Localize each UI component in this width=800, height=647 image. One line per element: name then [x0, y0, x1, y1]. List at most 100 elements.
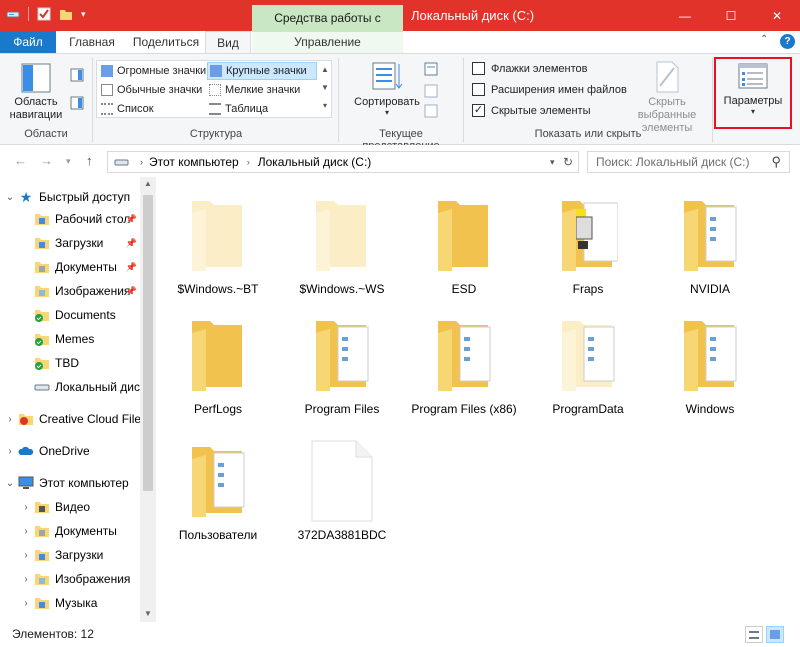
- file-name: NVIDIA: [689, 282, 730, 296]
- nav-item[interactable]: › Видео: [0, 495, 140, 519]
- nav-item[interactable]: Загрузки 📌: [0, 231, 140, 255]
- nav-item[interactable]: Документы 📌: [0, 255, 140, 279]
- search-input[interactable]: Поиск: Локальный диск (C:) ⚲: [587, 151, 790, 173]
- videos-icon: [34, 499, 50, 515]
- group-by-icon[interactable]: [424, 62, 444, 76]
- details-pane-icon[interactable]: [70, 96, 84, 110]
- nav-pane-scrollbar[interactable]: ▲ ▼: [140, 177, 156, 622]
- chevron-right-icon[interactable]: ›: [18, 574, 34, 585]
- nav-item[interactable]: TBD: [0, 351, 140, 375]
- drive-icon[interactable]: [6, 7, 20, 21]
- chevron-down-icon[interactable]: ⌄: [2, 478, 18, 489]
- folder-item[interactable]: Пользователи: [160, 439, 276, 543]
- customize-qat-icon[interactable]: ▾: [81, 9, 86, 20]
- chevron-down-icon[interactable]: ⌄: [2, 192, 18, 203]
- nav-item[interactable]: › Creative Cloud File: [0, 407, 140, 431]
- address-dropdown-icon[interactable]: ▾: [550, 157, 555, 168]
- nav-item[interactable]: › OneDrive: [0, 439, 140, 463]
- nav-item[interactable]: Memes: [0, 327, 140, 351]
- checkbox-item-checkboxes[interactable]: Флажки элементов: [472, 62, 587, 75]
- tab-share[interactable]: Поделиться: [128, 31, 204, 53]
- nav-item-label: Загрузки: [55, 548, 104, 562]
- scroll-up-icon[interactable]: ▲: [144, 179, 152, 188]
- up-arrow-icon[interactable]: ↑: [86, 153, 93, 168]
- nav-item[interactable]: Изображения 📌: [0, 279, 140, 303]
- layout-scroll[interactable]: ▲ ▼ ▾: [319, 61, 331, 117]
- nav-item[interactable]: ⌄ Этот компьютер: [0, 471, 140, 495]
- layout-extra-large-icons[interactable]: Огромные значки: [99, 62, 207, 80]
- hide-selected-button[interactable]: Скрыть выбранные элементы: [620, 58, 714, 134]
- file-item[interactable]: 372DA3881BDC: [284, 439, 400, 543]
- folder-item[interactable]: Windows: [652, 313, 768, 417]
- chevron-right-icon[interactable]: ›: [2, 414, 18, 425]
- nav-item-label: Документы: [55, 524, 117, 538]
- layout-list[interactable]: Список: [99, 100, 207, 118]
- minimize-button[interactable]: —: [662, 0, 708, 31]
- folder-item[interactable]: $Windows.~BT: [160, 193, 276, 297]
- nav-item[interactable]: › Загрузки: [0, 543, 140, 567]
- file-view: $Windows.~BT $Windows.~WS ESD Fraps NVIDIA Pe…: [156, 177, 800, 622]
- chevron-right-icon[interactable]: ›: [18, 502, 34, 513]
- folder-item[interactable]: Fraps: [530, 193, 646, 297]
- options-dropdown-icon: ▾: [750, 107, 755, 116]
- chevron-right-icon[interactable]: ›: [18, 550, 34, 561]
- large-icons-view-button[interactable]: [766, 626, 784, 643]
- folder-item[interactable]: ESD: [406, 193, 522, 297]
- downloads-icon: [34, 235, 50, 251]
- layout-large-icons[interactable]: Крупные значки: [207, 62, 317, 80]
- size-columns-icon[interactable]: [424, 104, 440, 118]
- pictures-icon: [34, 571, 50, 587]
- group-separator: [712, 58, 713, 142]
- collapse-ribbon-icon[interactable]: ⌃: [760, 34, 768, 45]
- folder-item[interactable]: Program Files (x86): [406, 313, 522, 417]
- details-view-button[interactable]: [745, 626, 763, 643]
- back-arrow-icon[interactable]: ←: [14, 153, 27, 168]
- breadcrumb-local-disk[interactable]: Локальный диск (C:): [258, 155, 372, 169]
- chevron-right-icon[interactable]: ›: [18, 598, 34, 609]
- nav-item[interactable]: Рабочий стол 📌: [0, 207, 140, 231]
- nav-pane-button[interactable]: Область навигации: [6, 60, 66, 126]
- sort-label: Сортировать: [354, 96, 420, 108]
- tab-manage[interactable]: Управление: [252, 31, 403, 53]
- nav-item[interactable]: Локальный диск: [0, 375, 140, 399]
- folder-item[interactable]: $Windows.~WS: [284, 193, 400, 297]
- options-button[interactable]: Параметры ▾: [716, 59, 790, 127]
- folder-item[interactable]: PerfLogs: [160, 313, 276, 417]
- add-columns-icon[interactable]: [424, 84, 440, 98]
- file-name: ProgramData: [552, 402, 624, 416]
- chevron-right-icon[interactable]: ›: [2, 446, 18, 457]
- preview-pane-icon[interactable]: [70, 68, 84, 82]
- nav-item[interactable]: › Документы: [0, 519, 140, 543]
- nav-item[interactable]: ⌄ ★ Быстрый доступ: [0, 185, 140, 209]
- nav-item[interactable]: › Музыка: [0, 591, 140, 615]
- chevron-right-icon[interactable]: ›: [18, 526, 34, 537]
- folder-icon: [160, 439, 276, 521]
- properties-icon[interactable]: [37, 7, 51, 21]
- help-icon[interactable]: ?: [780, 34, 795, 49]
- recent-locations-icon[interactable]: ▾: [66, 156, 71, 167]
- maximize-button[interactable]: ☐: [708, 0, 754, 31]
- layout-small-icons[interactable]: Мелкие значки: [207, 81, 317, 99]
- nav-item[interactable]: › Изображения: [0, 567, 140, 591]
- new-folder-icon[interactable]: [59, 7, 73, 21]
- scroll-thumb[interactable]: [143, 195, 153, 491]
- folder-item[interactable]: NVIDIA: [652, 193, 768, 297]
- folder-item[interactable]: ProgramData: [530, 313, 646, 417]
- tab-view[interactable]: Вид: [205, 31, 251, 53]
- address-bar[interactable]: › Этот компьютер › Локальный диск (C:) ▾…: [107, 151, 579, 173]
- breadcrumb-separator-icon: ›: [246, 157, 250, 167]
- layout-details[interactable]: Таблица: [207, 100, 317, 118]
- close-button[interactable]: ✕: [754, 0, 800, 31]
- checkbox-hidden-items[interactable]: ✓ Скрытые элементы: [472, 104, 591, 117]
- breadcrumb-this-pc[interactable]: Этот компьютер: [149, 155, 239, 169]
- tab-file[interactable]: Файл: [0, 31, 56, 53]
- forward-arrow-icon[interactable]: →: [40, 153, 53, 168]
- tab-home[interactable]: Главная: [60, 31, 124, 53]
- refresh-icon[interactable]: ↻: [563, 155, 573, 169]
- scroll-down-icon[interactable]: ▼: [144, 609, 152, 618]
- folder-item[interactable]: Program Files: [284, 313, 400, 417]
- layout-medium-icons[interactable]: Обычные значки: [99, 81, 207, 99]
- nav-item[interactable]: Documents: [0, 303, 140, 327]
- checkbox-file-extensions[interactable]: Расширения имен файлов: [472, 83, 627, 96]
- sort-button[interactable]: Сортировать ▾: [350, 58, 424, 124]
